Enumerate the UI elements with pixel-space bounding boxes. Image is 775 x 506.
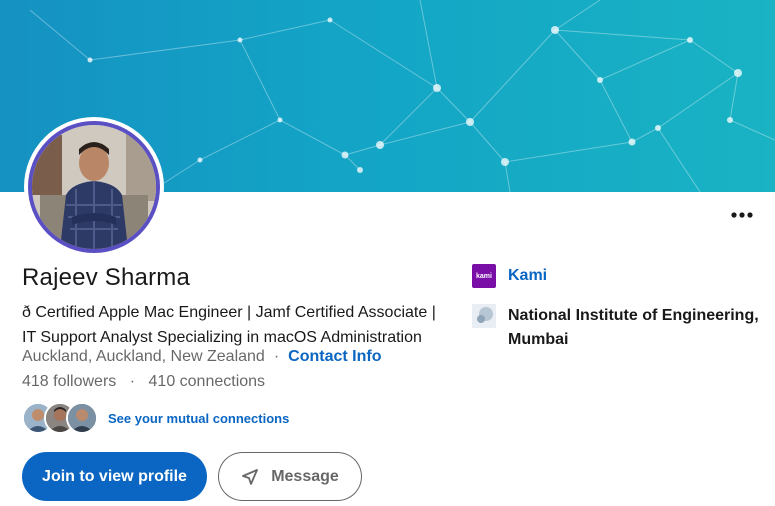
message-button[interactable]: Message [218,452,362,501]
school-logo-placeholder-icon [472,304,496,328]
mutual-connections-link[interactable]: See your mutual connections [108,411,289,426]
ellipsis-icon [731,212,753,218]
mutual-avatar [66,402,98,434]
send-icon [242,468,259,485]
education-school[interactable]: National Institute of Engineering, Mumba… [472,304,768,352]
network-stats: 418 followers · 410 connections [22,373,265,391]
separator-dot: · [273,348,280,365]
mutual-connections[interactable]: See your mutual connections [22,402,289,434]
school-logo-graphic [472,304,496,328]
profile-location: Auckland, Auckland, New Zealand [22,348,265,365]
kami-logo-text: kami [476,272,492,280]
kami-logo: kami [472,264,496,288]
location-row: Auckland, Auckland, New Zealand · Contac… [22,348,381,366]
profile-headline: ð Certified Apple Mac Engineer | Jamf Ce… [22,304,436,346]
person-photo [32,125,156,249]
connections-count: 410 connections [148,373,266,390]
profile-name: Rajeev Sharma [22,264,191,291]
school-name: National Institute of Engineering, Mumba… [508,307,759,348]
person-photo [68,404,96,432]
followers-count: 418 followers [22,373,117,390]
profile-photo-frame [28,121,160,253]
separator-dot: · [129,373,136,390]
more-options-button[interactable] [726,203,758,227]
message-button-label: Message [271,467,339,485]
company-name-link[interactable]: Kami [508,264,547,288]
current-company[interactable]: kami Kami [472,264,547,288]
profile-photo[interactable] [24,117,164,257]
contact-info-link[interactable]: Contact Info [288,348,381,366]
join-to-view-profile-button[interactable]: Join to view profile [22,452,207,501]
